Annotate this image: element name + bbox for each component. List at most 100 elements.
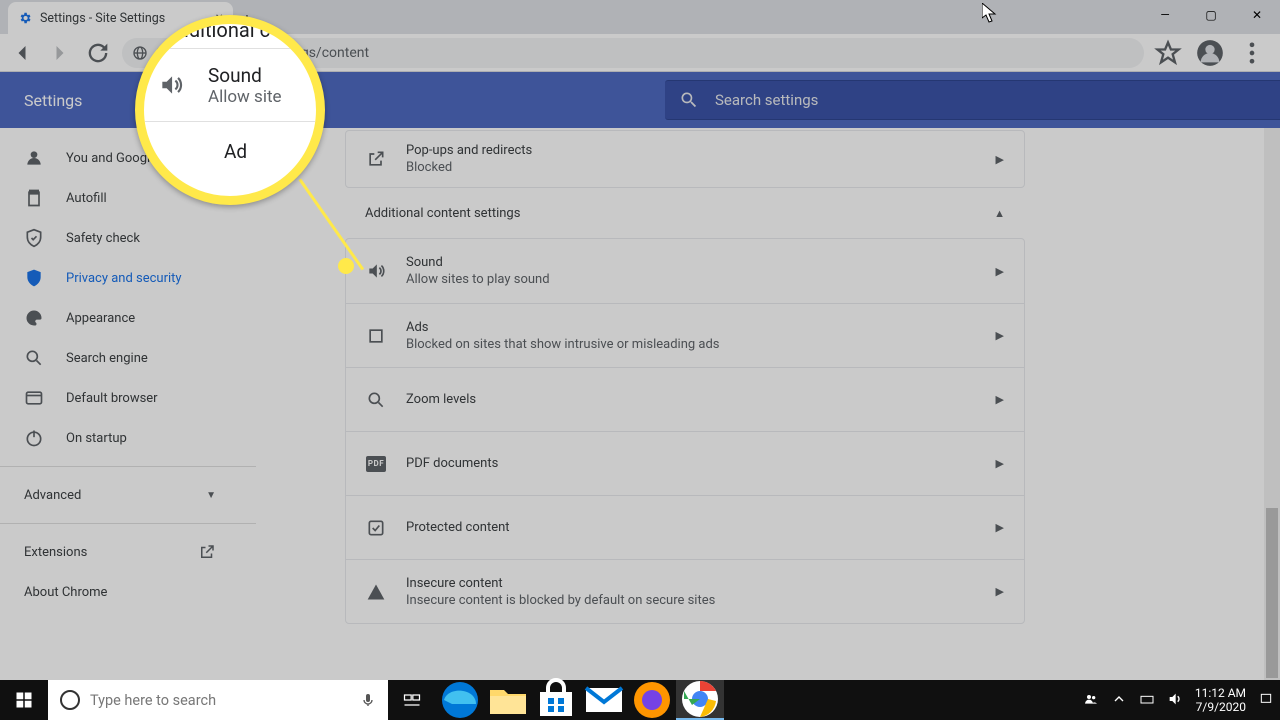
notifications-icon[interactable]	[1258, 691, 1274, 710]
row-protected-content[interactable]: Protected content ▶	[346, 495, 1024, 559]
section-title: Additional content settings	[365, 206, 520, 221]
row-pdf-documents[interactable]: PDF PDF documents ▶	[346, 431, 1024, 495]
taskbar-app-explorer[interactable]	[484, 680, 532, 720]
extensions-label: Extensions	[24, 545, 87, 560]
volume-icon[interactable]	[1167, 691, 1183, 710]
sidebar-item-autofill[interactable]: Autofill	[0, 178, 256, 218]
close-window-button[interactable]: ✕	[1234, 0, 1280, 30]
bookmark-star-icon[interactable]	[1154, 39, 1182, 67]
forward-button[interactable]	[46, 39, 74, 67]
people-icon[interactable]	[1083, 691, 1099, 710]
row-popups-redirects[interactable]: Pop-ups and redirects Blocked ▶	[346, 131, 1024, 187]
sidebar-item-default-browser[interactable]: Default browser	[0, 378, 256, 418]
row-subtitle: Blocked on sites that show intrusive or …	[406, 337, 976, 352]
minimize-button[interactable]: —	[1142, 0, 1188, 30]
taskbar-search[interactable]: Type here to search	[48, 680, 388, 720]
external-link-icon	[366, 149, 386, 169]
search-settings-input[interactable]: Search settings	[665, 80, 1280, 120]
reload-button[interactable]	[84, 39, 112, 67]
search-placeholder: Type here to search	[90, 692, 216, 709]
chevron-right-icon: ▶	[996, 329, 1004, 342]
chrome-menu-icon[interactable]	[1238, 39, 1266, 67]
sidebar-item-label: You and Google	[66, 151, 157, 166]
page-scrollbar[interactable]	[1264, 128, 1280, 700]
additional-content-settings-header[interactable]: Additional content settings ▲	[345, 188, 1025, 238]
sidebar-item-on-startup[interactable]: On startup	[0, 418, 256, 458]
taskbar-app-firefox[interactable]	[628, 680, 676, 720]
divider	[0, 466, 256, 467]
row-title: PDF documents	[406, 456, 976, 471]
keyboard-icon[interactable]	[1139, 691, 1155, 710]
browser-tab[interactable]: Settings - Site Settings ×	[8, 2, 233, 34]
search-icon	[679, 90, 699, 110]
new-tab-button[interactable]: +	[233, 6, 261, 34]
row-subtitle: Allow sites to play sound	[406, 272, 976, 287]
tab-title: Settings - Site Settings	[40, 11, 165, 26]
taskbar-app-store[interactable]	[532, 680, 580, 720]
tray-clock[interactable]: 11:12 AM 7/9/2020	[1195, 686, 1246, 714]
row-title: Pop-ups and redirects	[406, 143, 976, 158]
sidebar-item-label: Search engine	[66, 351, 148, 366]
sidebar-item-label: Default browser	[66, 391, 158, 406]
microphone-icon[interactable]	[360, 692, 376, 708]
sidebar-item-label: Safety check	[66, 231, 140, 246]
shield-check-icon	[24, 228, 44, 248]
sidebar-about-chrome[interactable]: About Chrome	[0, 572, 256, 612]
row-ads[interactable]: AdsBlocked on sites that show intrusive …	[346, 303, 1024, 367]
scrollbar-thumb[interactable]	[1266, 508, 1278, 678]
divider	[0, 523, 256, 524]
taskbar-app-mail[interactable]	[580, 680, 628, 720]
settings-title: Settings	[24, 91, 82, 110]
shield-icon	[24, 268, 44, 288]
frame-icon	[366, 326, 386, 346]
row-title: Protected content	[406, 520, 976, 535]
chevron-right-icon: ▶	[996, 457, 1004, 470]
taskbar-app-edge[interactable]	[436, 680, 484, 720]
tray-chevron-icon[interactable]	[1111, 691, 1127, 710]
sidebar-item-safety-check[interactable]: Safety check	[0, 218, 256, 258]
row-subtitle: Blocked	[406, 160, 976, 175]
address-bar[interactable]: Ch gs/content	[122, 38, 1144, 68]
row-sound[interactable]: SoundAllow sites to play sound ▶	[346, 239, 1024, 303]
person-icon	[24, 148, 44, 168]
start-button[interactable]	[0, 680, 48, 720]
url-prefix: Ch	[156, 45, 173, 61]
sidebar-item-search-engine[interactable]: Search engine	[0, 338, 256, 378]
clipboard-icon	[24, 188, 44, 208]
external-link-icon	[198, 543, 216, 561]
sidebar-item-appearance[interactable]: Appearance	[0, 298, 256, 338]
profile-avatar-icon[interactable]	[1196, 39, 1224, 67]
site-info-icon	[132, 45, 148, 61]
volume-icon	[366, 261, 386, 281]
check-box-icon	[366, 518, 386, 538]
maximize-button[interactable]: ▢	[1188, 0, 1234, 30]
back-button[interactable]	[8, 39, 36, 67]
warning-icon	[366, 582, 386, 602]
tab-strip: Settings - Site Settings × + — ▢ ✕	[0, 0, 1280, 34]
sidebar-item-label: Privacy and security	[66, 271, 182, 286]
chevron-right-icon: ▶	[996, 265, 1004, 278]
sidebar-item-you-and-google[interactable]: You and Google	[0, 138, 256, 178]
browser-icon	[24, 388, 44, 408]
chevron-right-icon: ▶	[996, 153, 1004, 166]
windows-taskbar: Type here to search 11:12 AM 7/9/2020	[0, 680, 1280, 720]
taskview-button[interactable]	[388, 680, 436, 720]
sidebar-item-label: Appearance	[66, 311, 135, 326]
tray-time: 11:12 AM	[1195, 686, 1246, 700]
search-icon	[366, 390, 386, 410]
chevron-right-icon: ▶	[996, 521, 1004, 534]
sidebar-advanced-toggle[interactable]: Advanced▼	[0, 475, 240, 515]
row-insecure-content[interactable]: Insecure contentInsecure content is bloc…	[346, 559, 1024, 623]
cortana-icon	[60, 690, 80, 710]
settings-sidebar: You and Google Autofill Safety check Pri…	[0, 128, 256, 700]
pdf-icon: PDF	[366, 456, 386, 472]
browser-toolbar: Ch gs/content	[0, 34, 1280, 72]
tab-close-icon[interactable]: ×	[216, 10, 223, 26]
about-label: About Chrome	[24, 585, 107, 600]
search-placeholder: Search settings	[715, 91, 818, 109]
sidebar-item-privacy-security[interactable]: Privacy and security	[0, 258, 256, 298]
page-viewport: Settings Search settings You and Google …	[0, 72, 1280, 700]
sidebar-extensions-link[interactable]: Extensions	[0, 532, 240, 572]
taskbar-app-chrome[interactable]	[676, 680, 724, 720]
row-zoom-levels[interactable]: Zoom levels ▶	[346, 367, 1024, 431]
